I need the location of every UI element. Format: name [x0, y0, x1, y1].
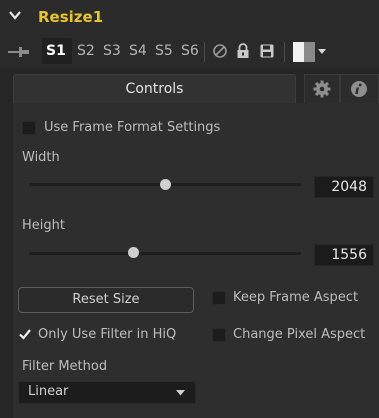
width-input[interactable]: 2048: [314, 176, 374, 198]
version-slot-s6[interactable]: S6: [181, 42, 199, 60]
reset-size-button[interactable]: Reset Size: [18, 287, 194, 313]
pin-icon[interactable]: [8, 46, 30, 58]
chevron-down-icon[interactable]: [318, 49, 326, 55]
keep-frame-aspect-checkbox[interactable]: [212, 291, 226, 305]
tool-title[interactable]: Resize1: [38, 8, 103, 26]
height-input[interactable]: 1556: [314, 244, 374, 266]
bypass-icon[interactable]: [212, 43, 228, 59]
version-slot-s5[interactable]: S5: [155, 42, 173, 60]
version-slot-s4[interactable]: S4: [129, 42, 147, 60]
save-icon[interactable]: [259, 43, 275, 59]
width-label: Width: [22, 150, 60, 165]
version-slot-s2[interactable]: S2: [77, 42, 95, 60]
chevron-down-icon[interactable]: [8, 8, 22, 22]
use-frame-format-checkbox[interactable]: [22, 121, 36, 135]
chevron-down-icon: [176, 390, 185, 396]
version-slot-s1[interactable]: S1: [46, 42, 66, 60]
change-pixel-aspect-label: Change Pixel Aspect: [233, 327, 366, 342]
height-label: Height: [22, 218, 65, 233]
info-icon: [351, 81, 367, 97]
only-use-filter-hiq-label: Only Use Filter in HiQ: [38, 327, 177, 342]
tab-controls-label: Controls: [125, 81, 184, 97]
height-slider-handle[interactable]: [128, 247, 139, 258]
change-pixel-aspect-checkbox[interactable]: [212, 328, 226, 342]
toolbar-divider: [284, 42, 285, 62]
only-use-filter-hiq-checkbox[interactable]: [18, 327, 32, 341]
filter-method-value: Linear: [28, 384, 69, 399]
height-slider-track[interactable]: [29, 252, 301, 255]
use-frame-format-label: Use Frame Format Settings: [44, 120, 221, 135]
color-swatch-icon[interactable]: [293, 42, 315, 62]
toolbar-divider: [204, 42, 205, 62]
width-slider-handle[interactable]: [160, 179, 171, 190]
version-slot-s3[interactable]: S3: [103, 42, 121, 60]
gear-icon: [313, 80, 331, 98]
keep-frame-aspect-label: Keep Frame Aspect: [233, 290, 359, 305]
lock-icon[interactable]: [236, 43, 250, 59]
filter-method-label: Filter Method: [22, 359, 108, 374]
